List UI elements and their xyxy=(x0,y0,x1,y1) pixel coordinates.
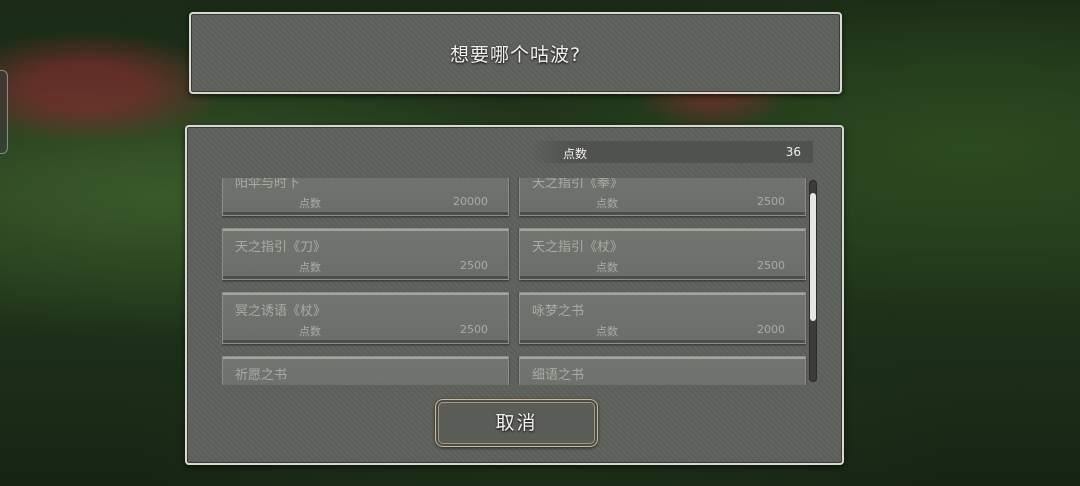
dialog-title: 想要哪个咕波? xyxy=(449,44,582,66)
list-item[interactable]: 天之指引《刀》 点数 2500 xyxy=(222,228,509,280)
list-scrollbar[interactable] xyxy=(809,180,817,382)
list-item[interactable]: 咏梦之书 点数 2000 xyxy=(519,292,806,344)
item-cost-label: 点数 xyxy=(299,197,321,210)
item-name: 天之指引《杖》 xyxy=(532,240,624,255)
item-name: 阳伞与时下 xyxy=(235,178,301,191)
points-value: 36 xyxy=(785,145,801,159)
list-item[interactable]: 祈愿之书 点数 xyxy=(222,356,509,385)
item-cost-label: 点数 xyxy=(596,197,618,210)
item-name: 天之指引《拳》 xyxy=(532,178,624,191)
list-item[interactable]: 细语之书 点数 xyxy=(519,356,806,385)
item-price: 20000 xyxy=(453,195,488,208)
list-item[interactable]: 天之指引《杖》 点数 2500 xyxy=(519,228,806,280)
item-price: 2500 xyxy=(460,259,488,272)
item-name: 细语之书 xyxy=(532,368,585,383)
points-label: 点数 xyxy=(563,147,588,161)
scrollbar-thumb[interactable] xyxy=(810,193,816,321)
item-cost-label: 点数 xyxy=(596,261,618,274)
shop-panel: 点数 36 阳伞与时下 点数 20000 天之指引《拳》 点数 2500 天之指… xyxy=(185,125,844,465)
cancel-button[interactable]: 取消 xyxy=(435,399,598,447)
item-price: 2000 xyxy=(757,323,785,336)
item-name: 咏梦之书 xyxy=(532,304,585,319)
side-menu-tab[interactable] xyxy=(0,70,8,154)
item-name: 冥之诱语《杖》 xyxy=(235,304,327,319)
item-cost-label: 点数 xyxy=(299,261,321,274)
item-price: 2500 xyxy=(757,195,785,208)
item-name: 天之指引《刀》 xyxy=(235,240,327,255)
list-item[interactable]: 冥之诱语《杖》 点数 2500 xyxy=(222,292,509,344)
item-price: 2500 xyxy=(757,259,785,272)
item-name: 祈愿之书 xyxy=(235,368,288,383)
points-display: 点数 36 xyxy=(531,141,813,163)
item-price: 2500 xyxy=(460,323,488,336)
item-cost-label: 点数 xyxy=(299,325,321,338)
list-item[interactable]: 天之指引《拳》 点数 2500 xyxy=(519,178,806,216)
title-panel: 想要哪个咕波? xyxy=(189,12,842,94)
list-item[interactable]: 阳伞与时下 点数 20000 xyxy=(222,178,509,216)
item-list[interactable]: 阳伞与时下 点数 20000 天之指引《拳》 点数 2500 天之指引《刀》 点… xyxy=(222,178,807,385)
item-cost-label: 点数 xyxy=(596,325,618,338)
